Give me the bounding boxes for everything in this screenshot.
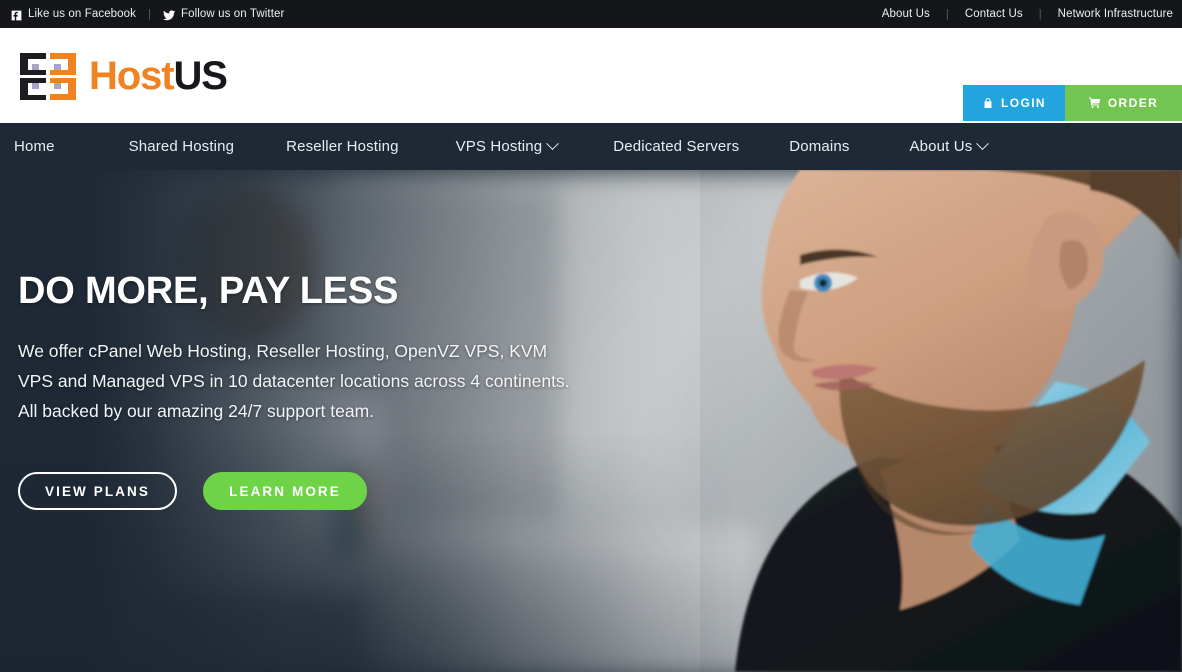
login-button[interactable]: LOGIN xyxy=(963,85,1065,121)
nav-item-label: Shared Hosting xyxy=(128,138,235,155)
hero-cta-group: VIEW PLANS LEARN MORE xyxy=(18,472,618,510)
nav-item-label: Domains xyxy=(789,138,850,155)
facebook-link[interactable]: Like us on Facebook xyxy=(10,8,136,21)
hero-headline: DO MORE, PAY LESS xyxy=(18,270,399,312)
hero-banner: DO MORE, PAY LESS We offer cPanel Web Ho… xyxy=(0,170,1182,672)
header-action-buttons: LOGIN ORDER xyxy=(963,85,1182,121)
topbar-separator: | xyxy=(1038,7,1042,20)
hero-content: DO MORE, PAY LESS We offer cPanel Web Ho… xyxy=(18,272,618,510)
logo-text-us: US xyxy=(173,53,228,98)
server-rack-icon xyxy=(18,49,78,103)
topbar-separator: | xyxy=(148,7,151,20)
twitter-link-label: Follow us on Twitter xyxy=(181,8,285,20)
main-navigation: Home Shared Hosting Reseller Hosting VPS… xyxy=(0,123,1182,170)
nav-item-domains[interactable]: Domains xyxy=(789,138,849,155)
topbar-link-network-infrastructure[interactable]: Network Infrastructure xyxy=(1058,8,1173,20)
nav-item-shared-hosting[interactable]: Shared Hosting xyxy=(129,138,235,155)
order-button[interactable]: ORDER xyxy=(1065,85,1182,121)
chevron-down-icon xyxy=(546,137,560,151)
cart-icon xyxy=(1088,97,1101,109)
facebook-icon xyxy=(10,9,23,22)
topbar-link-about-us[interactable]: About Us xyxy=(882,8,930,20)
logo-link[interactable]: HostUS xyxy=(18,49,228,103)
logo-wordmark: HostUS xyxy=(89,53,228,98)
nav-item-dedicated-servers[interactable]: Dedicated Servers xyxy=(613,138,739,155)
nav-item-about-us[interactable]: About Us xyxy=(909,137,990,155)
hero-subtitle: We offer cPanel Web Hosting, Reseller Ho… xyxy=(18,341,570,421)
topbar-separator: | xyxy=(945,7,949,20)
nav-item-label: About Us xyxy=(909,138,973,155)
site-header: HostUS LOGIN ORDER xyxy=(0,28,1182,123)
topbar-links: About Us | Contact Us | Network Infrastr… xyxy=(882,8,1173,20)
view-plans-button[interactable]: VIEW PLANS xyxy=(18,472,177,510)
nav-item-label: Reseller Hosting xyxy=(286,138,399,155)
nav-item-label: Dedicated Servers xyxy=(613,138,740,155)
social-links: Like us on Facebook | Follow us on Twitt… xyxy=(10,8,284,21)
nav-item-vps-hosting[interactable]: VPS Hosting xyxy=(455,137,560,155)
lock-icon xyxy=(982,97,994,109)
logo-text-host: Host xyxy=(89,53,175,98)
top-utility-bar: Like us on Facebook | Follow us on Twitt… xyxy=(0,0,1182,28)
nav-item-label: VPS Hosting xyxy=(455,138,543,155)
topbar-link-contact-us[interactable]: Contact Us xyxy=(965,8,1023,20)
chevron-down-icon xyxy=(976,137,990,151)
nav-item-label: Home xyxy=(14,138,55,155)
login-button-label: LOGIN xyxy=(1001,96,1046,110)
facebook-link-label: Like us on Facebook xyxy=(28,8,137,20)
nav-item-reseller-hosting[interactable]: Reseller Hosting xyxy=(286,138,398,155)
twitter-link[interactable]: Follow us on Twitter xyxy=(163,8,284,21)
order-button-label: ORDER xyxy=(1107,96,1159,110)
learn-more-button[interactable]: LEARN MORE xyxy=(203,472,367,510)
nav-item-home[interactable]: Home xyxy=(14,138,55,155)
twitter-icon xyxy=(163,9,176,22)
